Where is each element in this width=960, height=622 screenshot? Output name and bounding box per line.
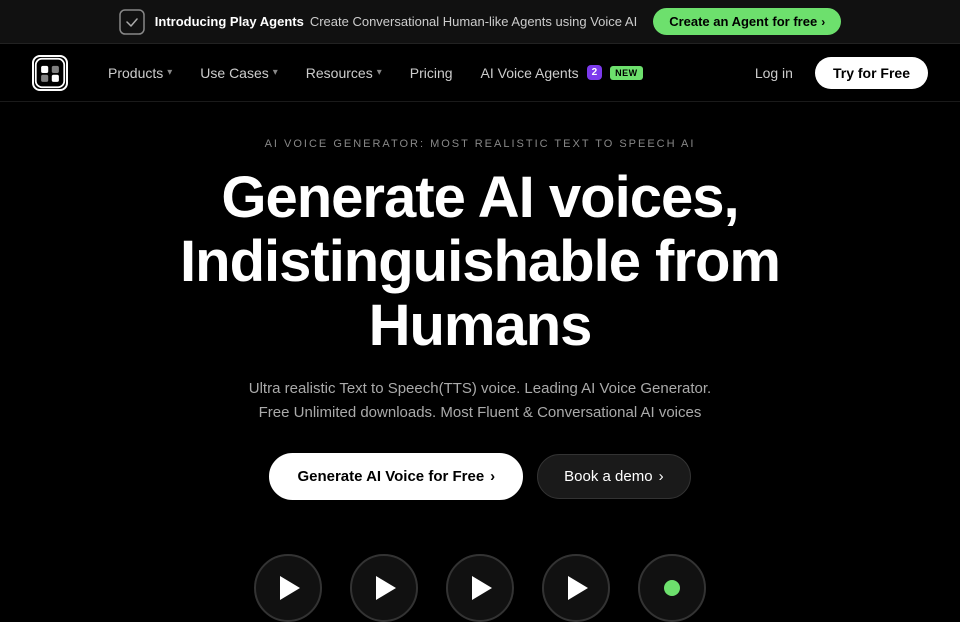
- audio-player-2[interactable]: [350, 554, 418, 622]
- top-banner: Introducing Play Agents Create Conversat…: [0, 0, 960, 44]
- audio-players-row: [0, 554, 960, 622]
- resources-chevron-icon: ▾: [377, 67, 382, 78]
- dot-icon-5: [664, 580, 680, 596]
- nav-actions: Log in Try for Free: [743, 57, 928, 89]
- hero-subtitle: Ultra realistic Text to Speech(TTS) voic…: [240, 377, 720, 425]
- nav-item-products[interactable]: Products ▾: [96, 57, 184, 89]
- play-icon-4: [568, 576, 588, 600]
- hero-buttons: Generate AI Voice for Free › Book a demo…: [269, 453, 690, 500]
- nav-item-ai-voice-agents[interactable]: AI Voice Agents 2 NEW: [469, 57, 655, 89]
- generate-voice-arrow: ›: [490, 468, 495, 485]
- play-agents-icon: [119, 9, 145, 35]
- book-demo-label: Book a demo: [564, 468, 652, 485]
- voice-agents-new-tag: NEW: [610, 66, 643, 80]
- generate-voice-label: Generate AI Voice for Free: [297, 468, 484, 485]
- audio-player-4[interactable]: [542, 554, 610, 622]
- book-demo-button[interactable]: Book a demo ›: [537, 454, 690, 499]
- play-icon-2: [376, 576, 396, 600]
- hero-tag: AI VOICE GENERATOR: MOST REALISTIC TEXT …: [265, 138, 696, 150]
- nav-item-use-cases[interactable]: Use Cases ▾: [188, 57, 290, 89]
- audio-player-1[interactable]: [254, 554, 322, 622]
- hero-title-line1: Generate AI voices,: [221, 165, 738, 230]
- try-free-button[interactable]: Try for Free: [815, 57, 928, 89]
- book-demo-arrow: ›: [659, 468, 664, 485]
- banner-cta-label: Create an Agent: [669, 14, 768, 29]
- banner-intro-text: Create Conversational Human-like Agents …: [310, 14, 637, 29]
- nav-item-resources[interactable]: Resources ▾: [294, 57, 394, 89]
- voice-agents-badge: 2: [587, 65, 603, 80]
- play-icon-1: [280, 576, 300, 600]
- banner-cta-suffix: for free: [772, 14, 817, 29]
- banner-cta-arrow: ›: [821, 15, 825, 29]
- navbar: Products ▾ Use Cases ▾ Resources ▾ Prici…: [0, 44, 960, 102]
- use-cases-chevron-icon: ▾: [273, 67, 278, 78]
- audio-player-3[interactable]: [446, 554, 514, 622]
- play-icon-3: [472, 576, 492, 600]
- audio-player-5[interactable]: [638, 554, 706, 622]
- hero-title-line2: Indistinguishable from: [180, 229, 780, 294]
- nav-links: Products ▾ Use Cases ▾ Resources ▾ Prici…: [96, 57, 743, 89]
- products-chevron-icon: ▾: [167, 67, 172, 78]
- nav-logo[interactable]: [32, 55, 68, 91]
- hero-section: AI VOICE GENERATOR: MOST REALISTIC TEXT …: [0, 102, 960, 554]
- login-button[interactable]: Log in: [743, 57, 805, 89]
- hero-title-line3: Humans: [369, 293, 592, 358]
- hero-title: Generate AI voices, Indistinguishable fr…: [180, 166, 780, 357]
- banner-text: Introducing Play Agents Create Conversat…: [155, 14, 637, 29]
- generate-voice-button[interactable]: Generate AI Voice for Free ›: [269, 453, 523, 500]
- banner-intro-label: Introducing Play Agents: [155, 14, 304, 29]
- banner-cta-button[interactable]: Create an Agent for free ›: [653, 8, 841, 35]
- nav-item-pricing[interactable]: Pricing: [398, 57, 465, 89]
